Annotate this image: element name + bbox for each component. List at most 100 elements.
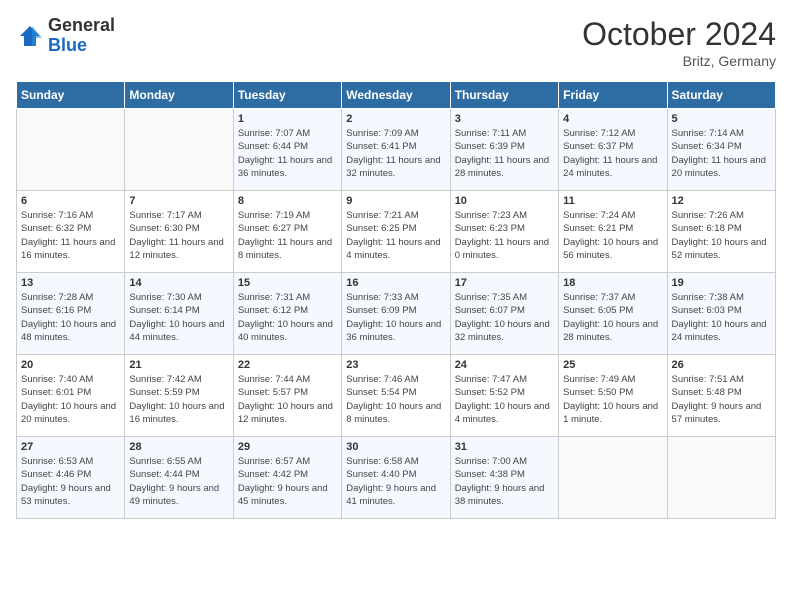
day-number: 9 bbox=[346, 195, 445, 207]
day-content: Sunrise: 7:44 AM Sunset: 5:57 PM Dayligh… bbox=[238, 373, 337, 426]
calendar-cell: 17Sunrise: 7:35 AM Sunset: 6:07 PM Dayli… bbox=[450, 273, 558, 355]
day-number: 28 bbox=[129, 441, 228, 453]
day-number: 24 bbox=[455, 359, 554, 371]
calendar-cell: 7Sunrise: 7:17 AM Sunset: 6:30 PM Daylig… bbox=[125, 191, 233, 273]
calendar-cell: 11 Sunrise: 7:24 AM Sunset: 6:21 PM Dayli… bbox=[559, 191, 667, 273]
calendar-body: 1Sunrise: 7:07 AM Sunset: 6:44 PM Daylig… bbox=[17, 109, 776, 519]
calendar-cell: 29 Sunrise: 6:57 AM Sunset: 4:42 PM Dayli… bbox=[233, 437, 341, 519]
day-number: 8 bbox=[238, 195, 337, 207]
calendar-header: SundayMondayTuesdayWednesdayThursdayFrid… bbox=[17, 82, 776, 109]
day-number: 4 bbox=[563, 113, 662, 125]
day-number: 12 bbox=[672, 195, 771, 207]
calendar-cell: 12 Sunrise: 7:26 AM Sunset: 6:18 PM Dayli… bbox=[667, 191, 775, 273]
day-content: Sunrise: 7:12 AM Sunset: 6:37 PM Dayligh… bbox=[563, 127, 662, 180]
calendar-week-2: 6Sunrise: 7:16 AM Sunset: 6:32 PM Daylig… bbox=[17, 191, 776, 273]
logo: General Blue bbox=[16, 16, 115, 56]
weekday-row: SundayMondayTuesdayWednesdayThursdayFrid… bbox=[17, 82, 776, 109]
day-number: 14 bbox=[129, 277, 228, 289]
day-content: Sunrise: 7:28 AM Sunset: 6:16 PM Dayligh… bbox=[21, 291, 120, 344]
calendar-cell: 4 Sunrise: 7:12 AM Sunset: 6:37 PM Daylig… bbox=[559, 109, 667, 191]
day-content: Sunrise: 7:49 AM Sunset: 5:50 PM Dayligh… bbox=[563, 373, 662, 426]
calendar-cell: 27Sunrise: 6:53 AM Sunset: 4:46 PM Dayli… bbox=[17, 437, 125, 519]
day-number: 2 bbox=[346, 113, 445, 125]
day-number: 21 bbox=[129, 359, 228, 371]
calendar-cell: 3 Sunrise: 7:11 AM Sunset: 6:39 PM Daylig… bbox=[450, 109, 558, 191]
day-content: Sunrise: 7:31 AM Sunset: 6:12 PM Dayligh… bbox=[238, 291, 337, 344]
day-number: 3 bbox=[455, 113, 554, 125]
day-number: 30 bbox=[346, 441, 445, 453]
day-content: Sunrise: 7:33 AM Sunset: 6:09 PM Dayligh… bbox=[346, 291, 445, 344]
calendar-cell bbox=[17, 109, 125, 191]
day-number: 13 bbox=[21, 277, 120, 289]
day-content: Sunrise: 7:00 AM Sunset: 4:38 PM Dayligh… bbox=[455, 455, 554, 508]
day-content: Sunrise: 7:47 AM Sunset: 5:52 PM Dayligh… bbox=[455, 373, 554, 426]
day-number: 22 bbox=[238, 359, 337, 371]
day-number: 15 bbox=[238, 277, 337, 289]
weekday-header-monday: Monday bbox=[125, 82, 233, 109]
day-number: 11 bbox=[563, 195, 662, 207]
calendar-cell: 18 Sunrise: 7:37 AM Sunset: 6:05 PM Dayli… bbox=[559, 273, 667, 355]
calendar-cell: 30 Sunrise: 6:58 AM Sunset: 4:40 PM Dayli… bbox=[342, 437, 450, 519]
day-number: 16 bbox=[346, 277, 445, 289]
calendar-cell: 28Sunrise: 6:55 AM Sunset: 4:44 PM Dayli… bbox=[125, 437, 233, 519]
day-content: Sunrise: 7:21 AM Sunset: 6:25 PM Dayligh… bbox=[346, 209, 445, 262]
weekday-header-friday: Friday bbox=[559, 82, 667, 109]
location-subtitle: Britz, Germany bbox=[582, 53, 776, 69]
day-content: Sunrise: 7:09 AM Sunset: 6:41 PM Dayligh… bbox=[346, 127, 445, 180]
calendar-cell bbox=[667, 437, 775, 519]
calendar-cell: 22 Sunrise: 7:44 AM Sunset: 5:57 PM Dayli… bbox=[233, 355, 341, 437]
calendar-cell: 15 Sunrise: 7:31 AM Sunset: 6:12 PM Dayli… bbox=[233, 273, 341, 355]
day-content: Sunrise: 7:38 AM Sunset: 6:03 PM Dayligh… bbox=[672, 291, 771, 344]
calendar-cell: 21 Sunrise: 7:42 AM Sunset: 5:59 PM Dayli… bbox=[125, 355, 233, 437]
day-content: Sunrise: 7:11 AM Sunset: 6:39 PM Dayligh… bbox=[455, 127, 554, 180]
day-content: Sunrise: 6:57 AM Sunset: 4:42 PM Dayligh… bbox=[238, 455, 337, 508]
day-content: Sunrise: 7:26 AM Sunset: 6:18 PM Dayligh… bbox=[672, 209, 771, 262]
day-number: 17 bbox=[455, 277, 554, 289]
calendar-cell: 23 Sunrise: 7:46 AM Sunset: 5:54 PM Dayli… bbox=[342, 355, 450, 437]
calendar-cell: 1Sunrise: 7:07 AM Sunset: 6:44 PM Daylig… bbox=[233, 109, 341, 191]
day-content: Sunrise: 7:40 AM Sunset: 6:01 PM Dayligh… bbox=[21, 373, 120, 426]
day-content: Sunrise: 7:37 AM Sunset: 6:05 PM Dayligh… bbox=[563, 291, 662, 344]
weekday-header-tuesday: Tuesday bbox=[233, 82, 341, 109]
day-number: 19 bbox=[672, 277, 771, 289]
calendar-week-5: 27Sunrise: 6:53 AM Sunset: 4:46 PM Dayli… bbox=[17, 437, 776, 519]
weekday-header-saturday: Saturday bbox=[667, 82, 775, 109]
page-header: General Blue October 2024 Britz, Germany bbox=[16, 16, 776, 69]
day-content: Sunrise: 7:42 AM Sunset: 5:59 PM Dayligh… bbox=[129, 373, 228, 426]
calendar-week-4: 20 Sunrise: 7:40 AM Sunset: 6:01 PM Dayli… bbox=[17, 355, 776, 437]
calendar-cell: 8 Sunrise: 7:19 AM Sunset: 6:27 PM Daylig… bbox=[233, 191, 341, 273]
calendar-cell: 16 Sunrise: 7:33 AM Sunset: 6:09 PM Dayli… bbox=[342, 273, 450, 355]
month-title: October 2024 bbox=[582, 16, 776, 53]
calendar-cell: 14 Sunrise: 7:30 AM Sunset: 6:14 PM Dayli… bbox=[125, 273, 233, 355]
day-number: 23 bbox=[346, 359, 445, 371]
weekday-header-thursday: Thursday bbox=[450, 82, 558, 109]
day-content: Sunrise: 6:53 AM Sunset: 4:46 PM Dayligh… bbox=[21, 455, 120, 508]
day-number: 5 bbox=[672, 113, 771, 125]
day-number: 20 bbox=[21, 359, 120, 371]
day-content: Sunrise: 7:51 AM Sunset: 5:48 PM Dayligh… bbox=[672, 373, 771, 426]
calendar-cell: 24 Sunrise: 7:47 AM Sunset: 5:52 PM Dayli… bbox=[450, 355, 558, 437]
calendar-cell: 20 Sunrise: 7:40 AM Sunset: 6:01 PM Dayli… bbox=[17, 355, 125, 437]
day-content: Sunrise: 7:24 AM Sunset: 6:21 PM Dayligh… bbox=[563, 209, 662, 262]
calendar-week-1: 1Sunrise: 7:07 AM Sunset: 6:44 PM Daylig… bbox=[17, 109, 776, 191]
day-number: 18 bbox=[563, 277, 662, 289]
calendar-cell: 5Sunrise: 7:14 AM Sunset: 6:34 PM Daylig… bbox=[667, 109, 775, 191]
logo-general-text: General bbox=[48, 15, 115, 35]
calendar-cell: 13 Sunrise: 7:28 AM Sunset: 6:16 PM Dayli… bbox=[17, 273, 125, 355]
calendar-cell: 9 Sunrise: 7:21 AM Sunset: 6:25 PM Daylig… bbox=[342, 191, 450, 273]
day-number: 31 bbox=[455, 441, 554, 453]
calendar-cell: 2 Sunrise: 7:09 AM Sunset: 6:41 PM Daylig… bbox=[342, 109, 450, 191]
calendar-cell: 26Sunrise: 7:51 AM Sunset: 5:48 PM Dayli… bbox=[667, 355, 775, 437]
logo-blue-text: Blue bbox=[48, 35, 87, 55]
day-content: Sunrise: 7:07 AM Sunset: 6:44 PM Dayligh… bbox=[238, 127, 337, 180]
day-content: Sunrise: 7:46 AM Sunset: 5:54 PM Dayligh… bbox=[346, 373, 445, 426]
day-content: Sunrise: 7:19 AM Sunset: 6:27 PM Dayligh… bbox=[238, 209, 337, 262]
logo-icon bbox=[16, 22, 44, 50]
day-content: Sunrise: 7:17 AM Sunset: 6:30 PM Dayligh… bbox=[129, 209, 228, 262]
day-number: 29 bbox=[238, 441, 337, 453]
calendar-cell bbox=[559, 437, 667, 519]
title-block: October 2024 Britz, Germany bbox=[582, 16, 776, 69]
day-content: Sunrise: 7:30 AM Sunset: 6:14 PM Dayligh… bbox=[129, 291, 228, 344]
day-number: 10 bbox=[455, 195, 554, 207]
day-content: Sunrise: 6:58 AM Sunset: 4:40 PM Dayligh… bbox=[346, 455, 445, 508]
